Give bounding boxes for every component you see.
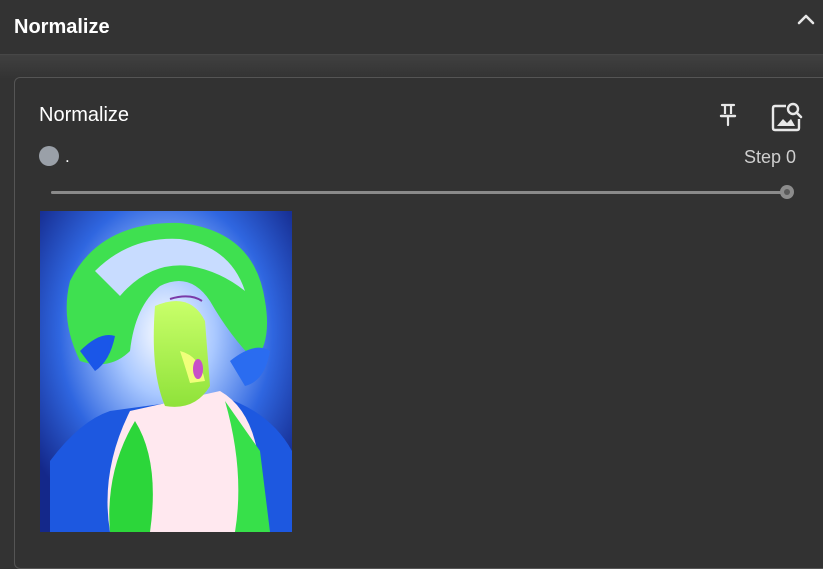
section-title: Normalize xyxy=(14,16,110,38)
preview-image[interactable] xyxy=(40,211,292,532)
slider-fill xyxy=(51,191,787,194)
step-label: Step 0 xyxy=(744,147,797,167)
chevron-up-icon[interactable] xyxy=(793,8,819,30)
panel-title: Normalize xyxy=(39,104,130,126)
normalize-panel: Normalize . Step 0 xyxy=(14,77,823,569)
step-slider[interactable] xyxy=(51,182,797,202)
section-header: Normalize xyxy=(0,0,823,55)
status-text: . xyxy=(65,147,70,166)
header-shadow xyxy=(0,55,823,79)
image-search-icon[interactable] xyxy=(770,100,804,132)
status-indicator xyxy=(39,146,59,166)
pin-icon[interactable] xyxy=(716,102,740,128)
slider-thumb[interactable] xyxy=(780,185,794,199)
